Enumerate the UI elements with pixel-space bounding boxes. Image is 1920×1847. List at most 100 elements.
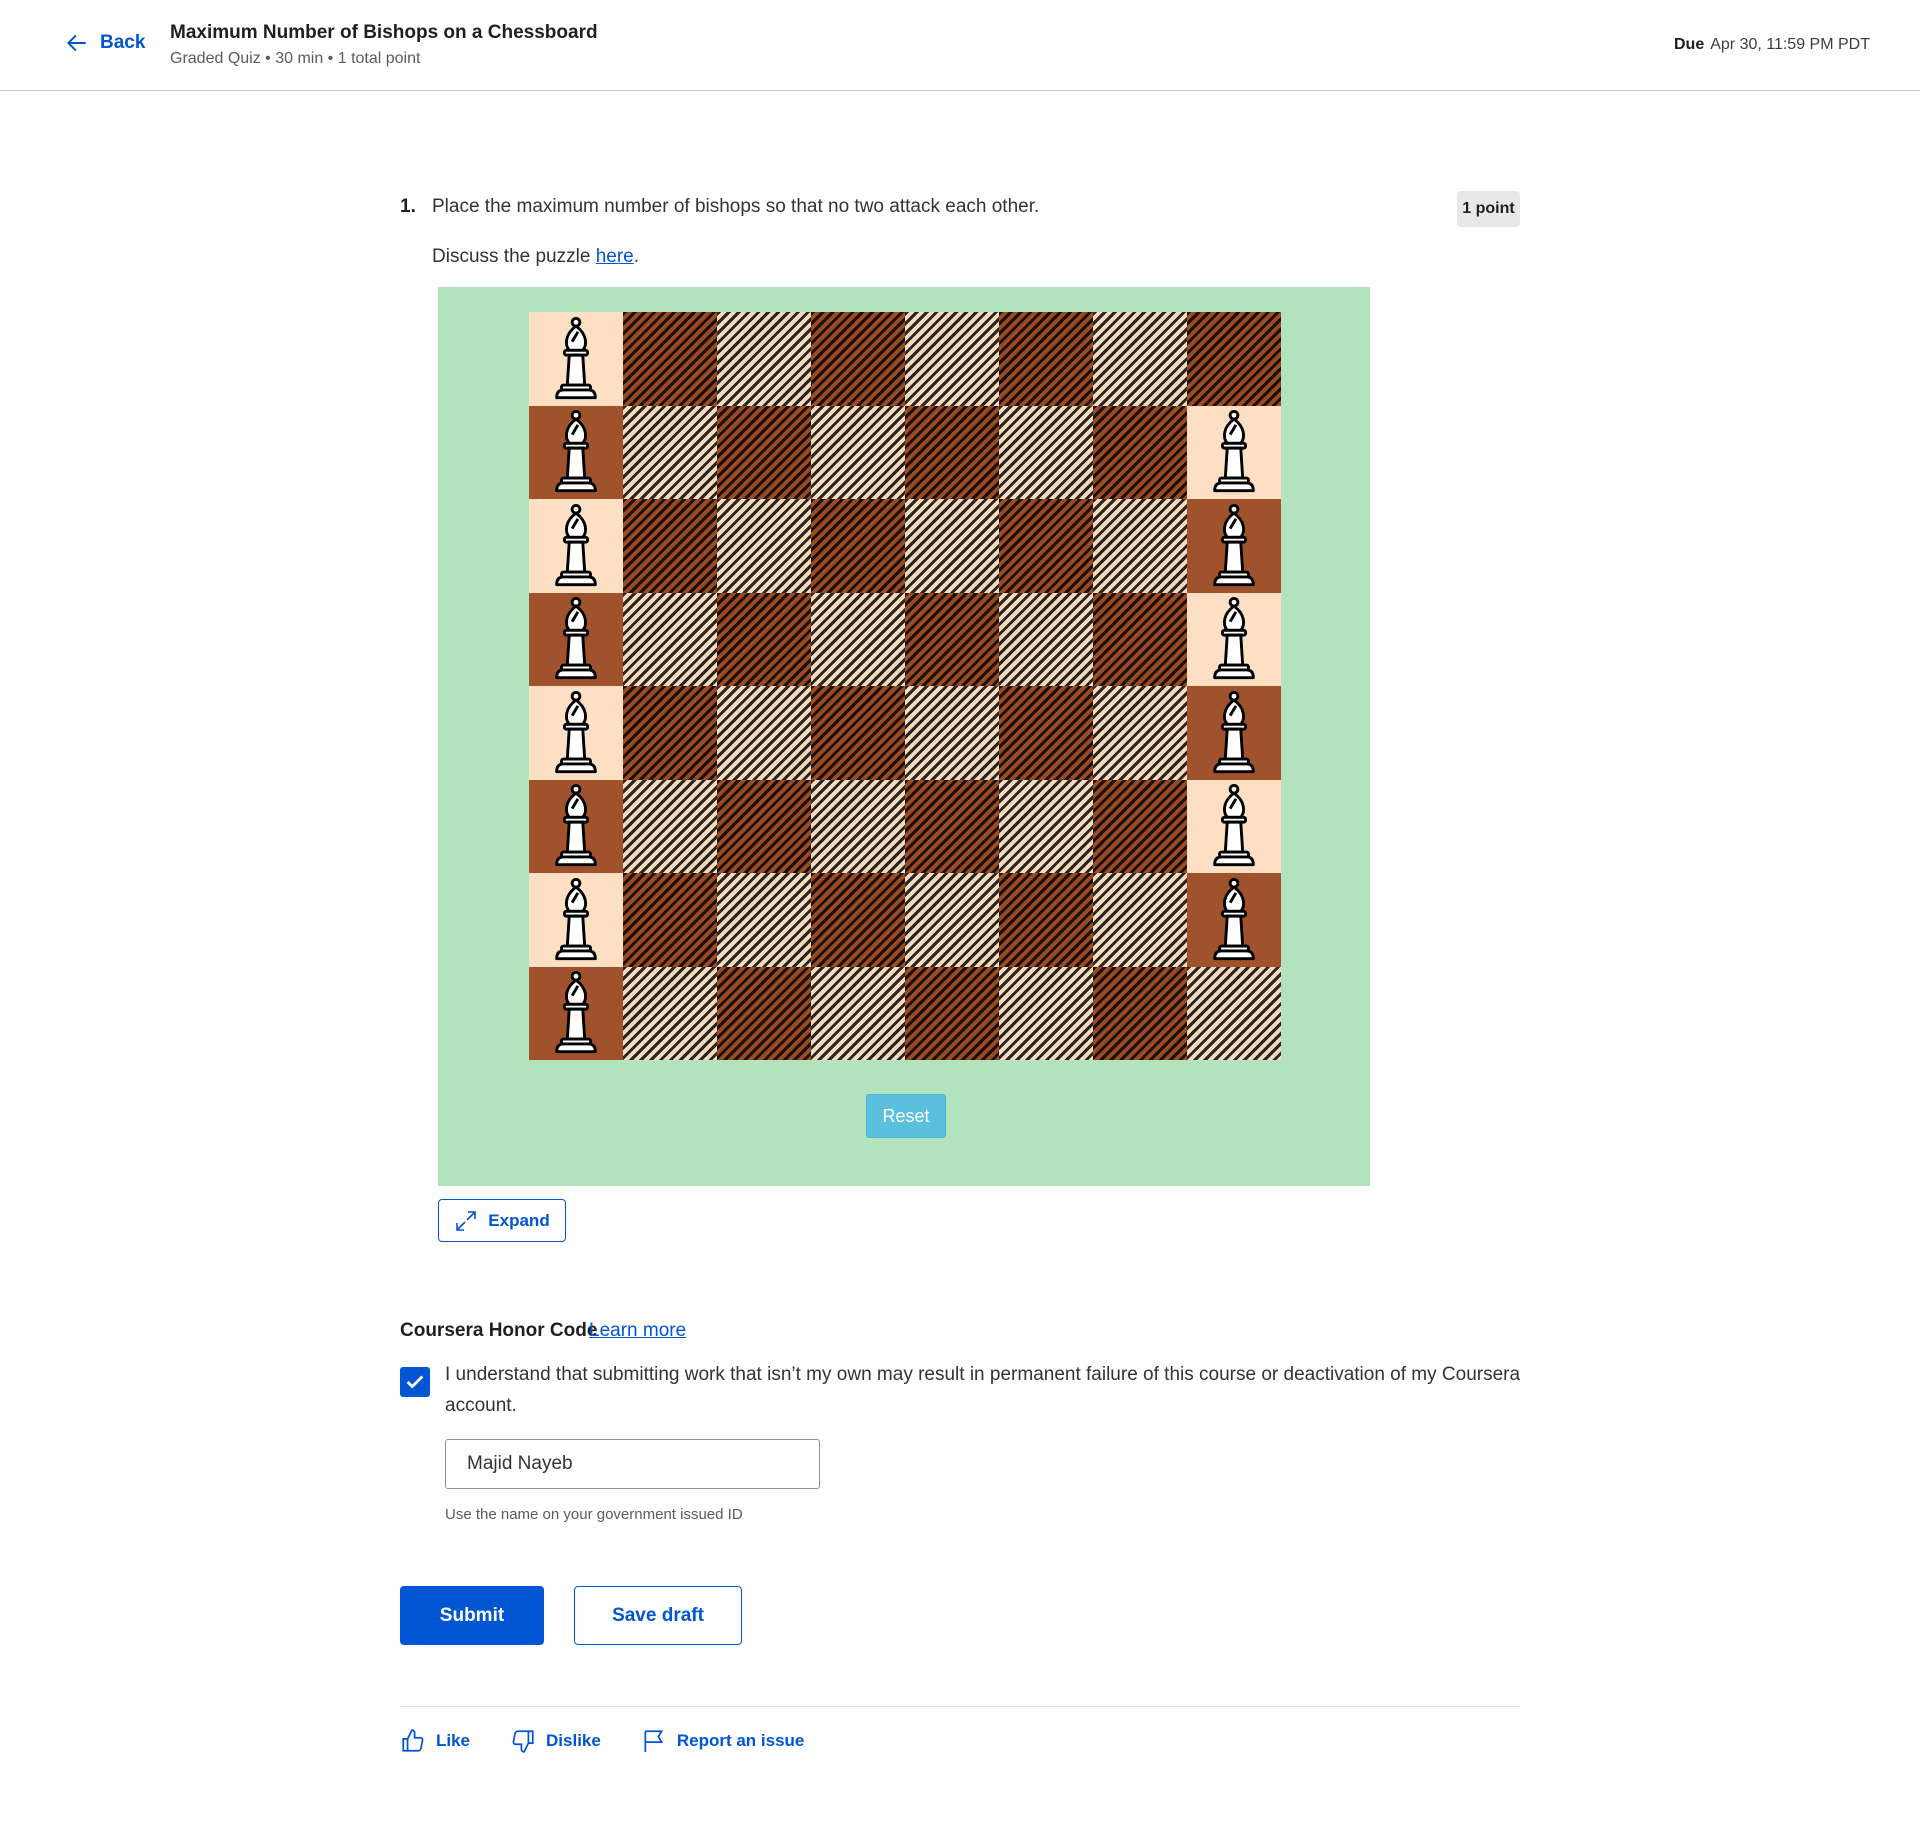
board-square[interactable] (1187, 592, 1281, 686)
board-square[interactable] (1093, 686, 1187, 780)
board-square[interactable] (999, 686, 1093, 780)
discuss-link[interactable]: here (596, 246, 634, 267)
bishops-puzzle: Reset (438, 287, 1370, 1186)
board-square[interactable] (1187, 499, 1281, 593)
board-square[interactable] (529, 779, 623, 873)
board-square[interactable] (717, 686, 811, 780)
bishop-icon (1213, 503, 1255, 586)
board-square[interactable] (623, 592, 717, 686)
board-square[interactable] (999, 592, 1093, 686)
board-square[interactable] (623, 873, 717, 967)
divider (400, 1706, 1520, 1707)
board-square[interactable] (905, 686, 999, 780)
board-square[interactable] (1093, 873, 1187, 967)
dislike-button[interactable]: Dislike (510, 1728, 601, 1754)
board-square[interactable] (1187, 966, 1281, 1060)
board-square[interactable] (999, 873, 1093, 967)
board-square[interactable] (529, 686, 623, 780)
board-square[interactable] (717, 405, 811, 499)
board-square[interactable] (623, 686, 717, 780)
board-square[interactable] (529, 966, 623, 1060)
board-square[interactable] (717, 499, 811, 593)
board-square[interactable] (905, 405, 999, 499)
board-square[interactable] (811, 312, 905, 406)
board-square[interactable] (1187, 779, 1281, 873)
dislike-label: Dislike (546, 1731, 601, 1750)
bishop-icon (1213, 410, 1255, 493)
discuss-prefix: Discuss the puzzle (432, 246, 596, 267)
bishop-icon (1213, 690, 1255, 773)
question-text: Place the maximum number of bishops so t… (432, 196, 1040, 217)
board-square[interactable] (623, 405, 717, 499)
board-square[interactable] (623, 312, 717, 406)
legal-name-input[interactable] (445, 1439, 820, 1489)
back-label: Back (100, 32, 146, 53)
bishop-icon (555, 503, 597, 586)
board-square[interactable] (623, 966, 717, 1060)
learn-more-link[interactable]: Learn more (589, 1320, 686, 1342)
bishop-icon (555, 410, 597, 493)
board-square[interactable] (529, 592, 623, 686)
checkmark-icon (406, 1375, 424, 1389)
board-square[interactable] (999, 499, 1093, 593)
save-draft-button[interactable]: Save draft (574, 1586, 742, 1645)
board-square[interactable] (529, 873, 623, 967)
bishop-icon (555, 877, 597, 960)
board-square[interactable] (1093, 499, 1187, 593)
top-header: Back Maximum Number of Bishops on a Ches… (0, 0, 1920, 91)
board-square[interactable] (905, 592, 999, 686)
bishop-icon (555, 597, 597, 680)
board-square[interactable] (717, 592, 811, 686)
bishop-icon (555, 316, 597, 399)
points-badge: 1 point (1457, 191, 1520, 227)
board-square[interactable] (905, 966, 999, 1060)
board-square[interactable] (529, 499, 623, 593)
board-square[interactable] (1187, 312, 1281, 406)
board-square[interactable] (811, 592, 905, 686)
board-square[interactable] (1093, 312, 1187, 406)
board-square[interactable] (999, 405, 1093, 499)
report-issue-button[interactable]: Report an issue (641, 1728, 804, 1754)
board-square[interactable] (1187, 873, 1281, 967)
board-square[interactable] (1187, 686, 1281, 780)
board-square[interactable] (999, 779, 1093, 873)
like-button[interactable]: Like (400, 1728, 470, 1754)
board-square[interactable] (529, 312, 623, 406)
board-square[interactable] (623, 779, 717, 873)
board-square[interactable] (529, 405, 623, 499)
due-value: Apr 30, 11:59 PM PDT (1710, 36, 1870, 53)
board-square[interactable] (811, 499, 905, 593)
bishop-icon (555, 690, 597, 773)
honor-checkbox[interactable] (400, 1367, 430, 1397)
board-square[interactable] (905, 779, 999, 873)
chessboard (529, 312, 1281, 1060)
bishop-icon (555, 784, 597, 867)
board-square[interactable] (1093, 592, 1187, 686)
board-square[interactable] (905, 499, 999, 593)
board-square[interactable] (623, 499, 717, 593)
board-square[interactable] (905, 873, 999, 967)
board-square[interactable] (717, 312, 811, 406)
board-square[interactable] (717, 873, 811, 967)
board-square[interactable] (999, 312, 1093, 406)
board-square[interactable] (811, 405, 905, 499)
board-square[interactable] (905, 312, 999, 406)
board-square[interactable] (999, 966, 1093, 1060)
reset-button[interactable]: Reset (866, 1094, 946, 1138)
board-square[interactable] (811, 686, 905, 780)
discuss-suffix: . (633, 246, 639, 267)
expand-button[interactable]: Expand (438, 1199, 566, 1242)
board-square[interactable] (1093, 779, 1187, 873)
board-square[interactable] (811, 966, 905, 1060)
back-button[interactable]: Back (64, 30, 145, 56)
board-square[interactable] (811, 873, 905, 967)
board-square[interactable] (717, 779, 811, 873)
bishop-icon (555, 971, 597, 1054)
board-square[interactable] (1093, 405, 1187, 499)
board-square[interactable] (717, 966, 811, 1060)
quiz-meta: Graded Quiz • 30 min • 1 total point (170, 50, 421, 67)
board-square[interactable] (811, 779, 905, 873)
submit-button[interactable]: Submit (400, 1586, 544, 1645)
board-square[interactable] (1187, 405, 1281, 499)
board-square[interactable] (1093, 966, 1187, 1060)
